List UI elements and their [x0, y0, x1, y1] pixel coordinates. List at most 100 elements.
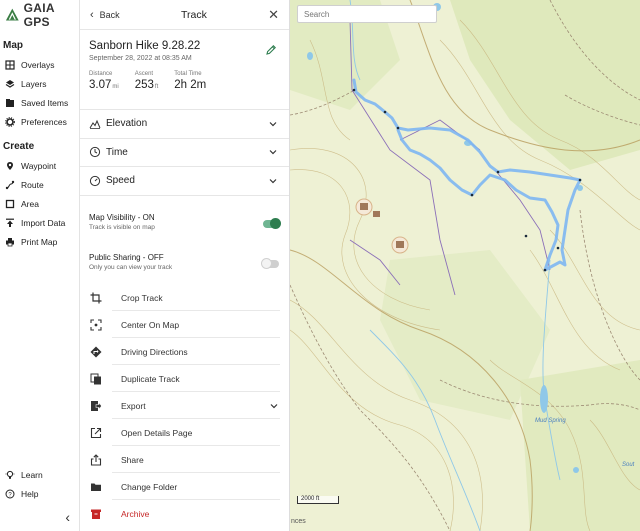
chevron-left-icon: ‹ — [65, 509, 70, 525]
sidebar-item-label: Preferences — [21, 116, 67, 127]
pond — [573, 467, 579, 473]
folder-icon — [89, 480, 103, 494]
sidebar-item-label: Saved Items — [21, 97, 69, 108]
section-label: Speed — [106, 175, 135, 187]
action-driving-directions[interactable]: Driving Directions — [80, 338, 290, 365]
upload-icon — [5, 218, 15, 228]
gaia-logo-icon — [5, 8, 19, 21]
track-name: Sanborn Hike 9.28.22 — [89, 40, 201, 52]
edit-pencil-icon[interactable] — [265, 44, 277, 56]
sidebar-item-help[interactable]: ? Help — [0, 484, 80, 503]
sidebar-item-label: Learn — [21, 469, 43, 480]
forest-area — [520, 360, 640, 531]
public-sharing-toggle[interactable] — [261, 258, 279, 269]
directions-icon — [89, 345, 103, 359]
stat-label: Distance — [89, 71, 113, 77]
map-attribution[interactable]: nces — [290, 518, 306, 525]
chevron-down-icon — [269, 121, 277, 127]
panel-header: ‹ Back Track ✕ — [80, 0, 289, 30]
edge-label: Sout — [622, 462, 635, 468]
action-label: Duplicate Track — [121, 373, 180, 384]
sidebar-item-area[interactable]: Area — [0, 194, 79, 213]
left-sidebar: GAIA GPS Map Overlays Layers Saved Items… — [0, 0, 80, 531]
action-label: Driving Directions — [121, 346, 188, 357]
sidebar-item-label: Overlays — [21, 59, 55, 70]
spring-label: Mud Spring — [535, 418, 566, 424]
section-elevation[interactable]: Elevation — [80, 110, 289, 139]
stat-value: 253 — [134, 79, 154, 91]
area-icon — [5, 199, 15, 209]
sidebar-item-route[interactable]: Route — [0, 175, 79, 194]
action-crop-track[interactable]: Crop Track — [80, 284, 290, 311]
toggle-title: Public Sharing - OFF — [89, 252, 164, 262]
crop-icon — [89, 291, 103, 305]
sidebar-item-print-map[interactable]: Print Map — [0, 232, 79, 251]
pond — [307, 52, 313, 60]
layers-icon — [5, 79, 15, 89]
action-duplicate-track[interactable]: Duplicate Track — [80, 365, 290, 392]
archive-icon — [89, 507, 103, 521]
section-time[interactable]: Time — [80, 139, 289, 167]
section-label: Elevation — [106, 118, 148, 130]
close-icon[interactable]: ✕ — [268, 7, 279, 23]
toggle-knob — [270, 218, 281, 229]
map-view[interactable]: Mud Spring Sout 2000 ft nces — [290, 0, 640, 531]
action-label: Change Folder — [121, 481, 178, 492]
stat-label: Ascent — [134, 71, 154, 77]
action-label: Archive — [121, 508, 150, 519]
stat-value: 3.07 — [89, 79, 112, 91]
overlays-icon — [5, 59, 15, 70]
action-share[interactable]: Share — [80, 446, 290, 473]
app-logo[interactable]: GAIA GPS — [0, 0, 79, 30]
action-export[interactable]: Export — [80, 392, 290, 419]
stat-distance: Distance 3.07mi — [89, 71, 119, 91]
sidebar-item-label: Print Map — [21, 236, 58, 247]
clock-icon — [89, 147, 101, 158]
duplicate-icon — [89, 372, 103, 386]
sidebar-item-waypoint[interactable]: Waypoint — [0, 156, 79, 175]
stat-ascent: Ascent 253ft — [135, 71, 159, 91]
sidebar-item-import-data[interactable]: Import Data — [0, 213, 79, 232]
create-section-title: Create — [3, 141, 35, 152]
chevron-down-icon — [269, 178, 277, 184]
action-label: Export — [121, 400, 146, 411]
sidebar-item-layers[interactable]: Layers — [0, 74, 79, 93]
toggle-subtitle: Track is visible on map — [89, 223, 155, 231]
map-visibility-row: Map Visibility - ON Track is visible on … — [80, 204, 289, 244]
action-label: Center On Map — [121, 319, 180, 330]
stat-value: 2h 2m — [174, 79, 207, 91]
chevron-down-icon — [270, 404, 278, 409]
sidebar-item-label: Import Data — [21, 217, 66, 228]
track-panel: ‹ Back Track ✕ Sanborn Hike 9.28.22 Sept… — [80, 0, 290, 531]
action-archive[interactable]: Archive — [80, 500, 290, 527]
sidebar-item-label: Waypoint — [21, 160, 57, 171]
action-label: Open Details Page — [121, 427, 193, 438]
saved-items-icon — [5, 98, 15, 108]
map-section-title: Map — [3, 40, 23, 51]
sidebar-item-overlays[interactable]: Overlays — [0, 55, 79, 74]
section-speed[interactable]: Speed — [80, 167, 289, 196]
open-external-icon — [89, 426, 103, 440]
app-brand-name: GAIA GPS — [23, 1, 55, 29]
app-window: GAIA GPS Map Overlays Layers Saved Items… — [0, 0, 640, 531]
stat-label: Total Time — [174, 71, 202, 77]
sidebar-item-learn[interactable]: Learn — [0, 465, 80, 484]
action-change-folder[interactable]: Change Folder — [80, 473, 290, 500]
back-button[interactable]: ‹ Back — [90, 9, 120, 21]
panel-title: Track — [180, 8, 207, 21]
track-stats: Distance 3.07mi Ascent 253ft Total Time … — [89, 71, 280, 91]
sidebar-item-label: Route — [21, 179, 44, 190]
pond — [540, 385, 548, 413]
collapse-sidebar-button[interactable]: ‹ — [0, 503, 80, 531]
sidebar-item-saved-items[interactable]: Saved Items — [0, 93, 79, 112]
printer-icon — [5, 237, 15, 247]
action-label: Crop Track — [121, 292, 163, 303]
map-search-input[interactable] — [297, 5, 437, 23]
map-visibility-toggle[interactable] — [263, 218, 281, 229]
sidebar-item-preferences[interactable]: Preferences — [0, 112, 79, 131]
action-center-on-map[interactable]: Center On Map — [80, 311, 290, 338]
public-sharing-row: Public Sharing - OFF Only you can view y… — [80, 244, 289, 284]
action-open-details-page[interactable]: Open Details Page — [80, 419, 290, 446]
track-info: Sanborn Hike 9.28.22 September 28, 2022 … — [80, 30, 289, 110]
pin-icon — [5, 161, 15, 171]
